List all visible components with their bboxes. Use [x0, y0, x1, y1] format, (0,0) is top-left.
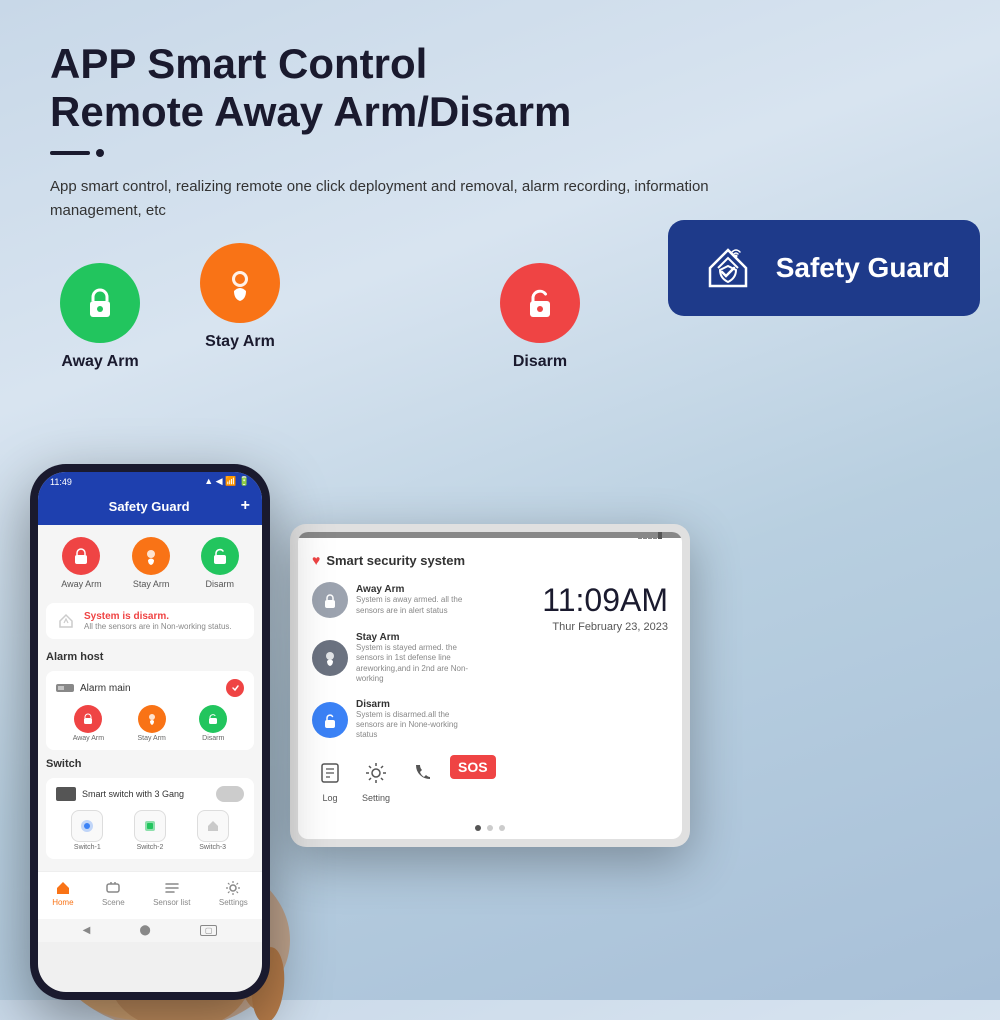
dot-3 — [499, 825, 505, 831]
decorator-line — [50, 151, 90, 155]
safety-guard-badge: Safety Guard — [668, 220, 980, 316]
phone-away-arm[interactable]: Away Arm — [61, 537, 101, 589]
alarm-main-row: Alarm main — [56, 679, 244, 697]
tablet-away-arm[interactable]: Away Arm System is away armed. all the s… — [312, 582, 496, 618]
phone-gesture-bar: ◀ ⬤ ▢ — [38, 919, 262, 942]
tablet-header-bar — [298, 532, 682, 538]
tablet-call-btn[interactable] — [404, 755, 440, 803]
phone-stay-arm[interactable]: Stay Arm — [132, 537, 170, 589]
tablet-sos-btn[interactable]: SOS — [450, 755, 496, 803]
phone-disarm[interactable]: Disarm — [201, 537, 239, 589]
tablet-disarm[interactable]: Disarm System is disarmed.all the sensor… — [312, 699, 496, 741]
phone-app-header: + Safety Guard + — [38, 491, 262, 525]
nav-sensor-list[interactable]: Sensor list — [153, 880, 190, 907]
phone-arm-buttons: Away Arm Stay Arm — [46, 537, 254, 589]
tablet-bottom-row: Log Setting — [312, 755, 496, 803]
phone-bottom-nav: Home Scene — [38, 871, 262, 919]
tablet-away-arm-icon — [312, 582, 348, 618]
tablet-mockup: ♥ Smart security system — [290, 524, 690, 847]
phone-status-card: System is disarm. All the sensors are in… — [46, 603, 254, 639]
dot-1 — [475, 825, 481, 831]
phone-mockup: 11:49 ▲ ◀ 📶 🔋 + Safety Guard + — [30, 464, 270, 1000]
phone-app-content: Away Arm Stay Arm — [38, 525, 262, 871]
dot-2 — [487, 825, 493, 831]
switch-1[interactable]: Switch-1 — [71, 810, 103, 851]
page-title: APP Smart Control Remote Away Arm/Disarm — [50, 40, 950, 137]
mini-disarm[interactable]: Disarm — [199, 705, 227, 742]
disarm-icon-item: Disarm — [500, 263, 580, 371]
tablet-left: ♥ Smart security system — [312, 552, 496, 803]
nav-settings[interactable]: Settings — [219, 880, 248, 907]
tablet-right: 11:09AM Thur February 23, 2023 — [508, 552, 668, 803]
smart-switch-row: Smart switch with 3 Gang — [56, 786, 244, 802]
alarm-card: Alarm main — [46, 671, 254, 750]
dots-indicator — [298, 817, 682, 839]
phone-stay-arm-icon — [132, 537, 170, 575]
switch-toggle[interactable] — [216, 786, 244, 802]
tablet-title-row: ♥ Smart security system — [312, 552, 496, 568]
safety-guard-badge-icon — [698, 238, 758, 298]
nav-home[interactable]: Home — [52, 880, 73, 907]
switch-label: Switch — [46, 758, 254, 770]
mini-arm-row: Away Arm Stay Arm — [56, 705, 244, 742]
title-decorator — [50, 149, 950, 157]
bottom-section: 11:49 ▲ ◀ 📶 🔋 + Safety Guard + — [50, 464, 1000, 1000]
away-arm-circle[interactable] — [60, 263, 140, 343]
tablet-settings-btn[interactable]: Setting — [358, 755, 394, 803]
tablet-content: ♥ Smart security system — [298, 538, 682, 817]
tablet-screen: ♥ Smart security system — [298, 532, 682, 839]
tablet-system-title: Smart security system — [326, 553, 465, 568]
mini-stay-arm[interactable]: Stay Arm — [137, 705, 165, 742]
switch-card: Smart switch with 3 Gang — [46, 778, 254, 859]
disarm-label: Disarm — [513, 353, 567, 371]
switch-3[interactable]: Switch-3 — [197, 810, 229, 851]
tablet-date: Thur February 23, 2023 — [508, 621, 668, 633]
disarm-circle[interactable] — [500, 263, 580, 343]
mini-away-arm[interactable]: Away Arm — [73, 705, 104, 742]
stay-arm-circle[interactable] — [200, 243, 280, 323]
stay-arm-icon-item: Stay Arm — [200, 243, 280, 351]
tablet-stay-arm[interactable]: Stay Arm System is stayed armed. the sen… — [312, 632, 496, 685]
phone-hand-area: 11:49 ▲ ◀ 📶 🔋 + Safety Guard + — [50, 464, 270, 1000]
phone-away-arm-icon — [62, 537, 100, 575]
subtitle-text: App smart control, realizing remote one … — [50, 175, 730, 223]
tablet-stay-arm-icon — [312, 640, 348, 676]
phone-status-bar: 11:49 ▲ ◀ 📶 🔋 — [38, 472, 262, 491]
phone-disarm-icon — [201, 537, 239, 575]
decorator-dot — [96, 149, 104, 157]
tablet-time: 11:09AM — [508, 582, 668, 619]
away-arm-label: Away Arm — [61, 353, 138, 371]
switch-items-row: Switch-1 — [56, 810, 244, 851]
alarm-host-label: Alarm host — [46, 651, 254, 663]
tablet-disarm-icon — [312, 702, 348, 738]
switch-section: Switch Smart switch with 3 Gang — [46, 758, 254, 859]
nav-scene[interactable]: Scene — [102, 880, 125, 907]
safety-guard-text: Safety Guard — [776, 252, 950, 284]
heart-icon: ♥ — [312, 552, 320, 568]
away-arm-icon-item: Away Arm — [60, 263, 140, 371]
phone-screen: 11:49 ▲ ◀ 📶 🔋 + Safety Guard + — [38, 472, 262, 992]
switch-2[interactable]: Switch-2 — [134, 810, 166, 851]
stay-arm-label: Stay Arm — [205, 333, 275, 351]
tablet-log-btn[interactable]: Log — [312, 755, 348, 803]
